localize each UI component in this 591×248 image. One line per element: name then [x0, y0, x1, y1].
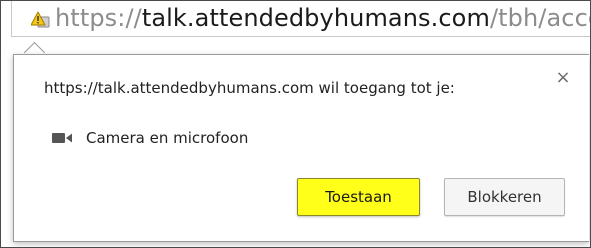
permission-message: https://talk.attendedbyhumans.com wil to…	[44, 79, 455, 97]
url-text[interactable]: https://talk.attendedbyhumans.com/tbh/ac…	[55, 3, 590, 33]
allow-button[interactable]: Toestaan	[297, 178, 420, 216]
close-icon[interactable]: ×	[554, 69, 572, 87]
warning-icon[interactable]	[31, 11, 51, 29]
camera-icon	[52, 133, 72, 143]
permission-popup: https://talk.attendedbyhumans.com wil to…	[13, 54, 589, 242]
url-domain: talk.attendedbyhumans.com	[141, 4, 490, 32]
url-scheme: https://	[55, 4, 142, 32]
address-bar[interactable]: https://talk.attendedbyhumans.com/tbh/ac…	[11, 1, 590, 37]
block-button[interactable]: Blokkeren	[444, 178, 565, 216]
permission-label: Camera en microfoon	[86, 129, 249, 147]
browser-window: https://talk.attendedbyhumans.com/tbh/ac…	[0, 0, 591, 248]
url-path: /tbh/accou	[489, 4, 590, 32]
